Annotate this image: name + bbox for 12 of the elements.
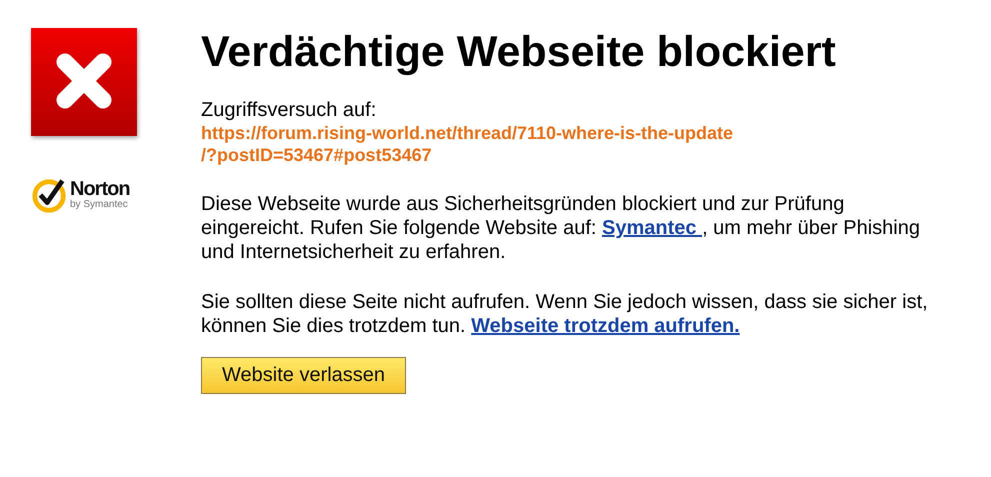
blocked-url: https://forum.rising-world.net/thread/7110-where-is-the-update [201, 122, 734, 144]
text-link[interactable]: Symantec [602, 217, 702, 239]
text-link[interactable]: Webseite trotzdem aufrufen. [471, 315, 740, 337]
error-icon [31, 28, 139, 138]
message-text: Sie sollten diese Seite nicht aufrufen. Wenn Sie jedoch wissen, dass sie sicher ist, können Sie dies trotzdem tun. Webseite trotzdem aufrufen. [201, 290, 929, 338]
page-title: Verdächtige Webseite blockiert [201, 28, 837, 76]
brand-tagline: by Symantec [70, 199, 129, 211]
leave-website-button[interactable]: Website verlassen [201, 357, 406, 394]
brand-name: Norton [70, 179, 130, 199]
message-text: Diese Webseite wurde aus Sicherheitsgründen blockiert und zur Prüfung eingereicht. Rufen Sie folgende Website auf: Symantec , um mehr über Phishing und Internetsicherheit zu erfahren. [201, 192, 921, 264]
access-label: Zugriffsversuch auf: [201, 98, 378, 122]
blocked-url: /?postID=53467#post53467 [201, 144, 433, 166]
